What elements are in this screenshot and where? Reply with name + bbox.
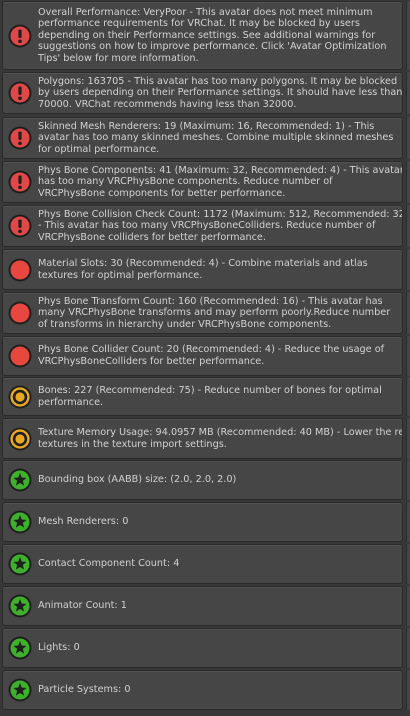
good-performance-icon [8,468,32,492]
adjacent-column-edge [406,586,410,626]
message-text: Phys Bone Collider Count: 20 (Recommende… [38,344,385,367]
adjacent-column-edge [406,249,410,290]
poor-performance-icon [8,301,32,325]
adjacent-column-edge [406,418,410,459]
message-row-error: Phys Bone Components: 41 (Maximum: 32, R… [2,161,403,203]
adjacent-column-edge [406,117,410,159]
adjacent-column-edge [406,1,410,70]
adjacent-column-edge [406,161,410,203]
message-row-good: Contact Component Count: 4 [2,544,403,584]
message-row-poor: Material Slots: 30 (Recommended: 4) - Co… [2,249,403,290]
good-performance-icon [8,552,32,576]
adjacent-column-edge [406,502,410,542]
good-performance-icon [8,636,32,660]
message-text: Bounding box (AABB) size: (2.0, 2.0, 2.0… [38,474,237,486]
message-text: Particle Systems: 0 [38,684,131,696]
adjacent-column-edge [406,72,410,114]
medium-performance-icon [8,385,32,409]
adjacent-column-edge [406,292,410,334]
message-row-medium: Texture Memory Usage: 94.0957 MB (Recomm… [2,418,403,459]
error-icon [8,24,32,48]
message-row-good: Mesh Renderers: 0 [2,502,403,542]
message-text: Phys Bone Components: 41 (Maximum: 32, R… [38,164,403,199]
message-row-good: Lights: 0 [2,628,403,668]
error-icon [8,81,32,105]
medium-performance-icon [8,427,32,451]
adjacent-column-edge [406,205,410,247]
performance-messages-panel: Overall Performance: VeryPoor - This ava… [0,0,410,716]
message-text: Mesh Renderers: 0 [38,516,129,528]
message-row-medium: Bones: 227 (Recommended: 75) - Reduce nu… [2,377,403,416]
message-row-good: Animator Count: 1 [2,586,403,626]
message-row-poor: Phys Bone Collider Count: 20 (Recommende… [2,336,403,376]
message-text: Animator Count: 1 [38,600,127,612]
message-row-good: Bounding box (AABB) size: (2.0, 2.0, 2.0… [2,460,403,500]
adjacent-column-edge [406,336,410,376]
message-text: Lights: 0 [38,642,80,654]
adjacent-column-edge [406,670,410,710]
good-performance-icon [8,678,32,702]
message-row-error: Overall Performance: VeryPoor - This ava… [2,1,403,70]
message-row-good: Particle Systems: 0 [2,670,403,710]
poor-performance-icon [8,258,32,282]
adjacent-column-edge [406,460,410,500]
adjacent-column-edge [406,544,410,584]
message-text: Polygons: 163705 - This avatar has too m… [38,75,403,110]
poor-performance-icon [8,344,32,368]
message-text: Skinned Mesh Renderers: 19 (Maximum: 16,… [38,120,394,155]
message-text: Phys Bone Collision Check Count: 1172 (M… [38,208,402,243]
message-text: Bones: 227 (Recommended: 75) - Reduce nu… [38,384,382,408]
message-row-error: Skinned Mesh Renderers: 19 (Maximum: 16,… [2,117,403,159]
message-text: Material Slots: 30 (Recommended: 4) - Co… [38,257,368,281]
good-performance-icon [8,594,32,618]
message-text: Overall Performance: VeryPoor - This ava… [38,6,387,64]
error-icon [8,170,32,194]
adjacent-column-edge [406,377,410,416]
message-row-error: Phys Bone Collision Check Count: 1172 (M… [2,205,403,247]
adjacent-column-edge [406,628,410,668]
message-text: Contact Component Count: 4 [38,558,180,570]
error-icon [8,214,32,238]
message-row-error: Polygons: 163705 - This avatar has too m… [2,72,403,114]
good-performance-icon [8,510,32,534]
message-row-poor: Phys Bone Transform Count: 160 (Recommen… [2,292,403,334]
error-icon [8,126,32,150]
message-text: Texture Memory Usage: 94.0957 MB (Recomm… [38,426,402,450]
message-text: Phys Bone Transform Count: 160 (Recommen… [38,295,391,330]
